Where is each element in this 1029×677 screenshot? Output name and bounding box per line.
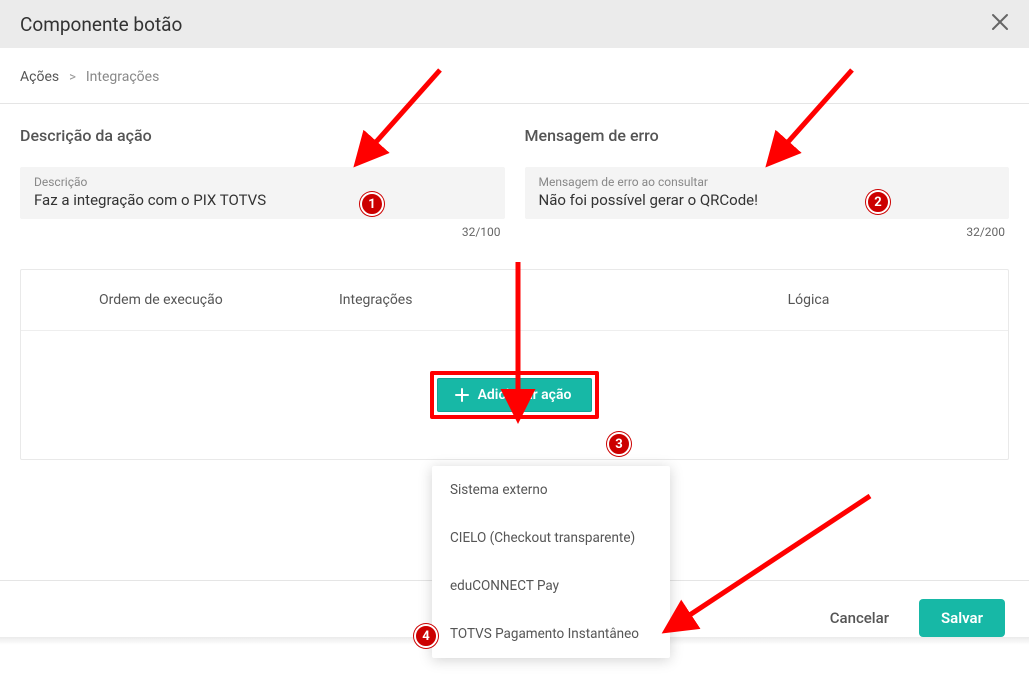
descricao-label: Descrição	[34, 175, 491, 189]
breadcrumb: Ações > Integrações	[0, 48, 1029, 103]
section-title-mensagem: Mensagem de erro	[525, 126, 1010, 145]
add-action-dropdown: Sistema externo CIELO (Checkout transpar…	[432, 466, 670, 658]
close-icon[interactable]	[991, 12, 1009, 37]
section-title-descricao: Descrição da ação	[20, 126, 505, 145]
plus-icon	[454, 387, 470, 403]
col-descricao: Descrição da ação Descrição 32/100	[20, 126, 505, 239]
mensagem-counter: 32/200	[525, 225, 1010, 239]
save-button[interactable]: Salvar	[919, 599, 1005, 637]
descricao-field[interactable]: Descrição	[20, 167, 505, 219]
breadcrumb-separator: >	[69, 70, 76, 85]
add-action-row: Adicionar ação	[21, 331, 1008, 459]
cancel-button[interactable]: Cancelar	[820, 601, 899, 635]
dialog-header: Componente botão	[0, 0, 1029, 48]
add-action-button[interactable]: Adicionar ação	[437, 378, 593, 412]
mensagem-field[interactable]: Mensagem de erro ao consultar	[525, 167, 1010, 219]
table-header: Ordem de execução Integrações Lógica	[21, 270, 1008, 330]
annotation-highlight: Adicionar ação	[430, 371, 600, 419]
dropdown-cielo[interactable]: CIELO (Checkout transparente)	[432, 514, 670, 562]
form-columns: Descrição da ação Descrição 32/100 Mensa…	[0, 104, 1029, 245]
descricao-counter: 32/100	[20, 225, 505, 239]
actions-table: Ordem de execução Integrações Lógica Adi…	[20, 269, 1009, 460]
th-ordem: Ordem de execução	[99, 292, 339, 308]
col-mensagem: Mensagem de erro Mensagem de erro ao con…	[525, 126, 1010, 239]
mensagem-input[interactable]	[539, 191, 996, 209]
add-action-label: Adicionar ação	[478, 387, 572, 403]
dropdown-totvs-pix[interactable]: TOTVS Pagamento Instantâneo	[432, 610, 670, 658]
th-integracoes: Integrações	[339, 292, 689, 308]
dialog-title: Componente botão	[20, 13, 182, 36]
breadcrumb-item-integracoes: Integrações	[86, 69, 159, 85]
breadcrumb-item-acoes[interactable]: Ações	[20, 69, 59, 85]
mensagem-label: Mensagem de erro ao consultar	[539, 175, 996, 189]
descricao-input[interactable]	[34, 191, 491, 209]
dropdown-sistema-externo[interactable]: Sistema externo	[432, 466, 670, 514]
dropdown-educonnect[interactable]: eduCONNECT Pay	[432, 562, 670, 610]
th-logica: Lógica	[689, 292, 968, 308]
